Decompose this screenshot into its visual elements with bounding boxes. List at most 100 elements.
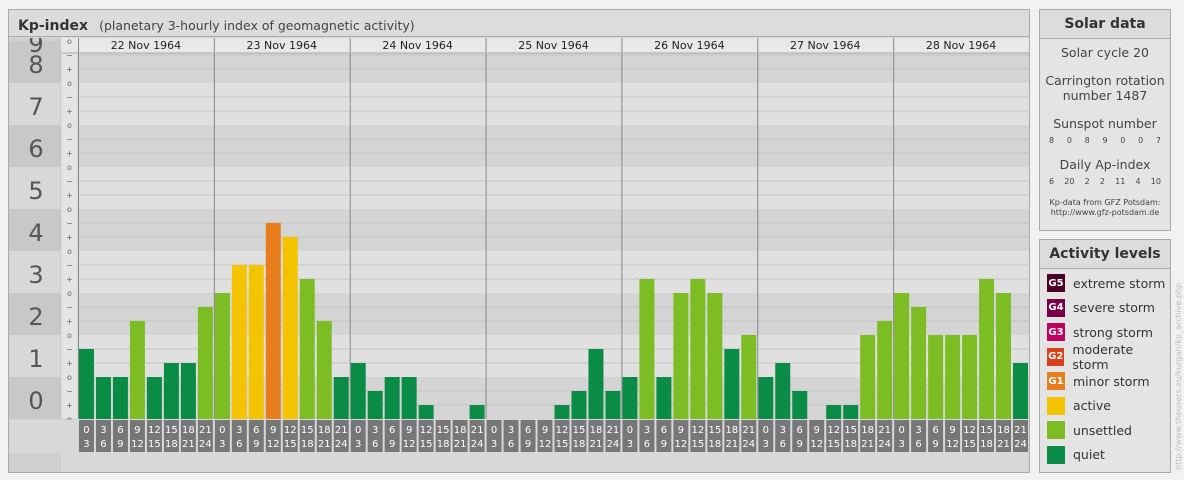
kp-bar [146,377,162,419]
kp-band [9,125,1029,167]
interval-start-label: 3 [915,425,921,436]
interval-start-label: 0 [763,425,769,436]
kp-bar [265,222,281,419]
interval-start-label: 0 [355,425,361,436]
interval-end-label: 21 [725,439,738,450]
sunspot-value: 8 [1084,136,1090,145]
kp-bar [588,348,604,419]
interval-end-label: 12 [267,439,280,450]
interval-end-label: 12 [403,439,416,450]
interval-end-label: 24 [199,439,212,450]
activity-level-item: G1 minor storm [1040,369,1170,394]
y-tick-label: 0 [28,387,43,415]
interval-start-label: 9 [406,425,412,436]
y-tick-label: 3 [28,261,43,289]
interval-end-label: 3 [491,439,497,450]
kp-bar [724,348,740,419]
solar-cycle: Solar cycle 20 [1060,45,1149,60]
solar-data-title: Solar data [1040,10,1170,39]
kp-bar [605,390,621,419]
interval-start-label: 18 [182,425,195,436]
interval-end-label: 18 [573,439,586,450]
kp-bar [350,363,366,419]
interval-end-label: 9 [389,439,395,450]
interval-end-label: 9 [661,439,667,450]
activity-level-label: moderate storm [1072,341,1134,372]
minor-tick-label: o [67,373,72,382]
interval-start-label: 3 [780,425,786,436]
interval-end-label: 12 [674,439,687,450]
interval-end-label: 9 [525,439,531,450]
kp-bar [826,405,842,419]
minor-tick-label: + [66,107,73,116]
solar-data-panel: Solar data Solar cycle 20 Carrington rot… [1039,9,1171,231]
kp-bar [741,335,757,419]
carrington-line1: Carrington rotation [1045,73,1165,88]
interval-start-label: 18 [725,425,738,436]
kp-bar [418,405,434,419]
interval-end-label: 21 [318,439,331,450]
kp-band [9,167,1029,209]
interval-end-label: 6 [236,439,242,450]
interval-start-label: 12 [148,425,161,436]
activity-levels-list: G5 extreme storm G4 severe storm G3 strong st… [1040,269,1170,467]
interval-start-label: 12 [284,425,297,436]
kp-bar [996,293,1012,419]
source-link[interactable]: http://www.gfz-potsdam.de [1040,208,1170,218]
activity-level-swatch [1047,396,1065,415]
kp-bar [860,335,876,419]
interval-end-label: 18 [980,439,993,450]
interval-end-label: 15 [963,439,976,450]
interval-end-label: 21 [997,439,1010,450]
interval-start-label: 15 [437,425,450,436]
day-label: 24 Nov 1964 [382,39,452,52]
interval-start-label: 12 [963,425,976,436]
ap-value: 10 [1150,177,1161,186]
interval-end-label: 12 [131,439,144,450]
activity-level-label: severe storm [1073,300,1155,316]
interval-end-label: 24 [607,439,620,450]
minor-tick-label: − [66,135,73,144]
interval-end-label: 3 [355,439,361,450]
ap-value: 20 [1064,177,1075,186]
interval-end-label: 21 [861,439,874,450]
y-tick-label: 2 [28,303,43,331]
interval-end-label: 24 [878,439,891,450]
sunspot-label: Sunspot number [1053,116,1157,131]
interval-end-label: 6 [780,439,786,450]
interval-start-label: 9 [949,425,955,436]
interval-start-label: 6 [797,425,803,436]
interval-start-label: 18 [997,425,1010,436]
interval-start-label: 21 [199,425,212,436]
sunspot-value: 8 [1049,136,1055,145]
y-tick-label: 4 [28,219,43,247]
kp-bar [656,377,672,419]
interval-start-label: 0 [219,425,225,436]
interval-start-label: 0 [898,425,904,436]
sunspot-value: 9 [1102,136,1108,145]
minor-tick-label: o [67,205,72,214]
interval-end-label: 12 [810,439,823,450]
day-label: 23 Nov 1964 [247,39,317,52]
activity-level-swatch: G2 [1047,347,1065,366]
interval-end-label: 9 [932,439,938,450]
sunspot-value: 0 [1120,136,1126,145]
interval-start-label: 12 [420,425,433,436]
interval-start-label: 3 [508,425,514,436]
interval-end-label: 15 [148,439,161,450]
kp-bar [571,390,587,419]
interval-start-label: 9 [134,425,140,436]
kp-bar [690,279,706,419]
day-label: 28 Nov 1964 [926,39,996,52]
interval-end-label: 15 [691,439,704,450]
interval-end-label: 3 [219,439,225,450]
kp-band [9,83,1029,125]
activity-level-label: quiet [1073,447,1105,463]
kp-bar [979,279,995,419]
minor-tick-label: o [67,163,72,172]
kp-band [9,251,1029,293]
interval-end-label: 15 [827,439,840,450]
interval-end-label: 15 [556,439,569,450]
minor-tick-label: o [67,38,72,46]
interval-end-label: 3 [898,439,904,450]
